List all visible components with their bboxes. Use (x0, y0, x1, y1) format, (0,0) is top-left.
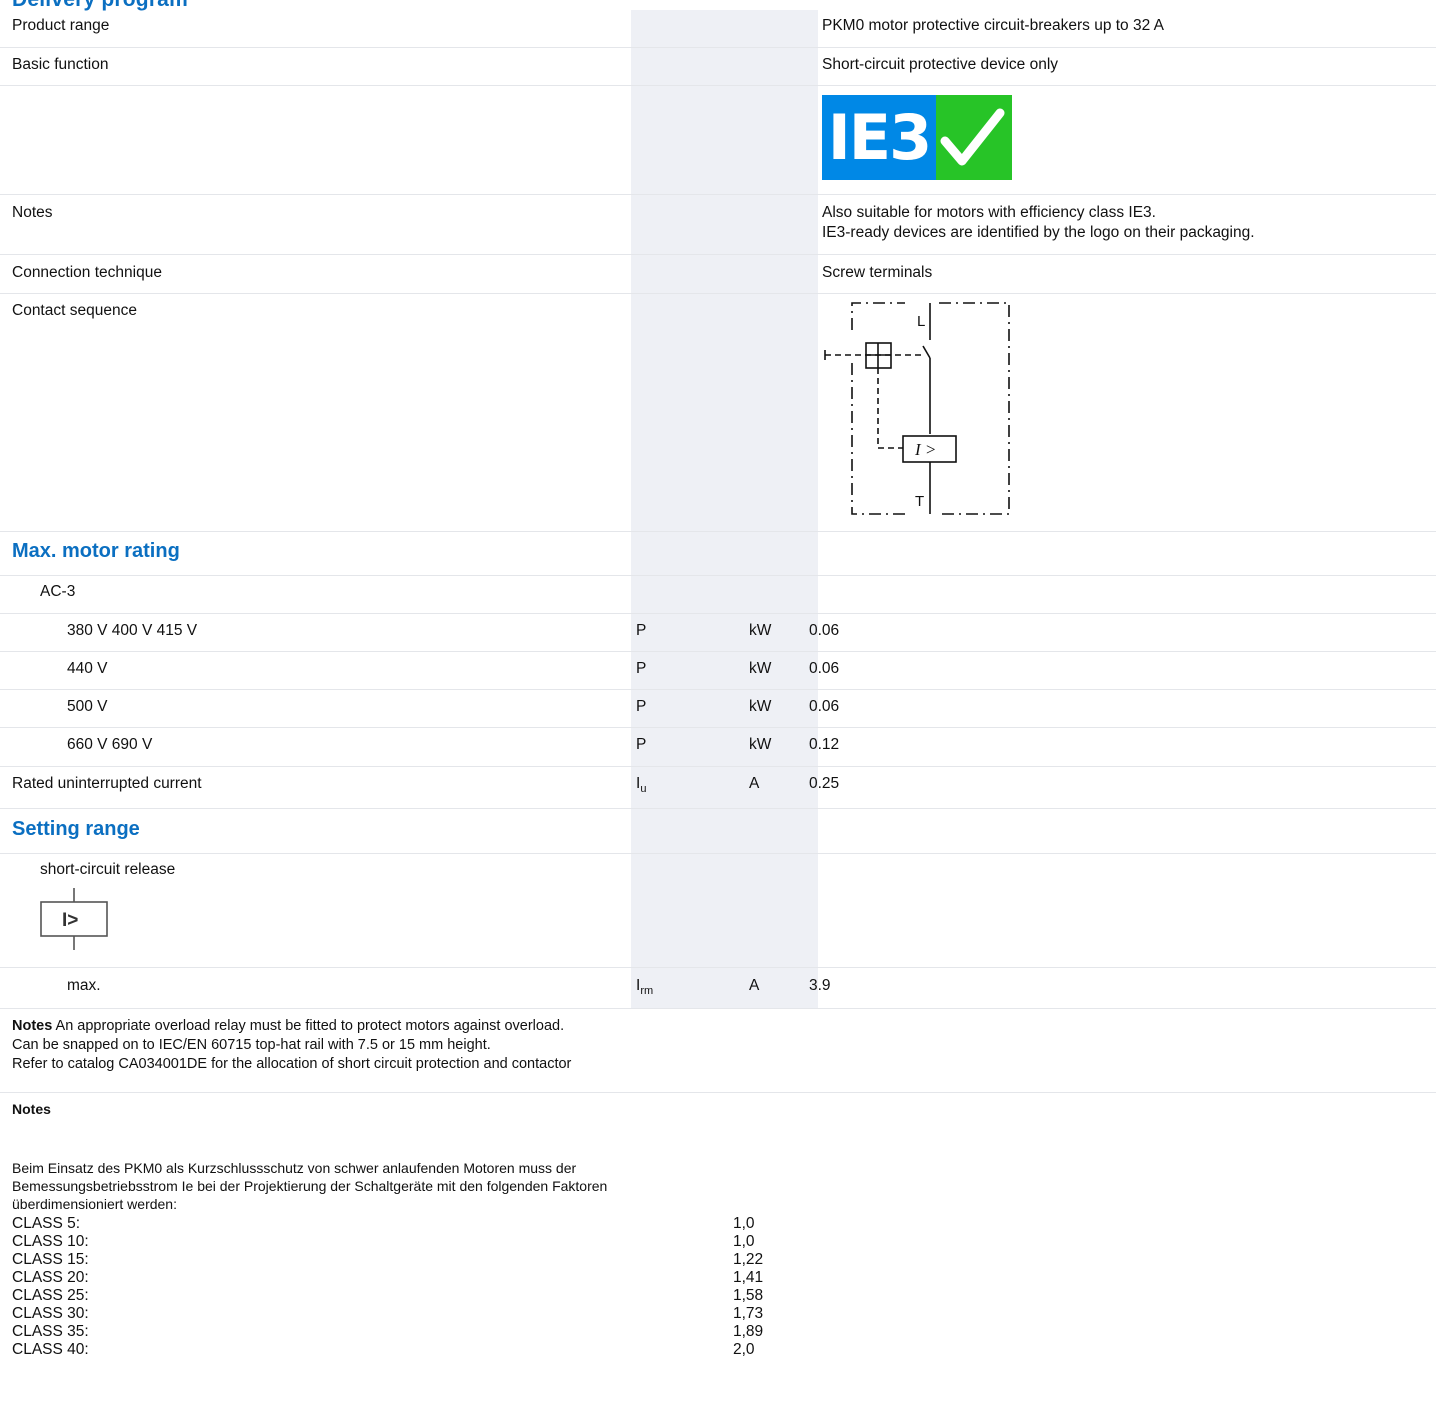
row-contact-sequence: Contact sequence (0, 294, 1436, 532)
value: 0.06 (809, 660, 840, 677)
row-short-circuit-release: short-circuit release (0, 854, 1436, 968)
release-icon-text: I> (62, 910, 78, 931)
ie3-logo: IE3 (822, 95, 1012, 180)
notes-german-text: Beim Einsatz des PKM0 als Kurzschlusssch… (12, 1159, 607, 1213)
row-notes: Notes Also suitable for motors with effi… (0, 195, 1436, 255)
unit: kW (749, 736, 772, 753)
release-label: short-circuit release (40, 861, 176, 878)
contact-sequence-diagram: L T I > (824, 302, 1010, 515)
symbol: Irm (636, 977, 654, 998)
ie3-text: IE3 (822, 95, 936, 180)
notes-line-2: Bemessungsbetriebsstrom Ie bei der Proje… (12, 1178, 608, 1194)
row-value: PKM0 motor protective circuit-breakers u… (822, 17, 1165, 34)
row-label: Basic function (12, 56, 109, 73)
diagram-label-t: T (915, 493, 924, 510)
unit: A (749, 775, 760, 792)
value: 0.06 (809, 622, 840, 639)
section-motor-rating: Max. motor rating (0, 532, 1436, 576)
row-basic-function: Basic function Short-circuit protective … (0, 48, 1436, 86)
notes-line-1: Notes An appropriate overload relay must… (12, 1018, 565, 1034)
row-label: max. (67, 977, 101, 994)
checkmark-icon (936, 95, 1012, 180)
voltage-label: 660 V 690 V (67, 736, 153, 753)
subheading: AC-3 (40, 583, 76, 600)
row-label: Product range (12, 17, 110, 34)
row-connection: Connection technique Screw terminals (0, 255, 1436, 294)
unit: kW (749, 698, 772, 715)
symbol: P (636, 622, 647, 639)
symbol: Iu (636, 775, 647, 796)
value: 0.06 (809, 698, 840, 715)
symbol: P (636, 698, 647, 715)
notes-line-3: Refer to catalog CA034001DE for the allo… (12, 1056, 572, 1072)
notes-line-2: Can be snapped on to IEC/EN 60715 top-ha… (12, 1037, 491, 1053)
table-row: 380 V 400 V 415 V P kW 0.06 (0, 614, 1436, 652)
notes-line-2: IE3-ready devices are identified by the … (822, 224, 1255, 241)
table-row: 500 V P kW 0.06 (0, 690, 1436, 728)
symbol: P (636, 660, 647, 677)
unit: A (749, 977, 760, 994)
row-label: Rated uninterrupted current (12, 775, 202, 792)
section-title: Setting range (12, 818, 140, 840)
row-value: Short-circuit protective device only (822, 56, 1059, 73)
notes-line-3: überdimensioniert werden: (12, 1196, 177, 1212)
row-uninterrupted-current: Rated uninterrupted current Iu A 0.25 (0, 767, 1436, 809)
divider (0, 1092, 1436, 1093)
row-value: Screw terminals (822, 264, 933, 281)
voltage-label: 500 V (67, 698, 108, 715)
short-circuit-release-icon: I> (40, 888, 108, 950)
notes-line-1: Also suitable for motors with efficiency… (822, 204, 1156, 221)
table-row: 440 V P kW 0.06 (0, 652, 1436, 690)
notes-english: Notes An appropriate overload relay must… (12, 1017, 571, 1074)
value: 0.25 (809, 775, 840, 792)
voltage-label: 440 V (67, 660, 108, 677)
row-ac3: AC-3 (0, 576, 1436, 614)
value: 0.12 (809, 736, 840, 753)
voltage-label: 380 V 400 V 415 V (67, 622, 198, 639)
value: 3.9 (809, 977, 831, 994)
row-ie3-logo (0, 86, 1436, 195)
diagram-box-label: I > (914, 440, 936, 459)
section-title: Max. motor rating (12, 540, 180, 562)
unit: kW (749, 660, 772, 677)
notes-line-1: Beim Einsatz des PKM0 als Kurzschlusssch… (12, 1160, 577, 1176)
unit: kW (749, 622, 772, 639)
row-label: Notes (12, 204, 53, 221)
diagram-label-l: L (917, 313, 925, 330)
row-product-range: Product range PKM0 motor protective circ… (0, 10, 1436, 48)
row-label: Contact sequence (12, 302, 137, 319)
notes-german-title: Notes (12, 1101, 51, 1117)
table-row: 660 V 690 V P kW 0.12 (0, 728, 1436, 767)
section-setting-range: Setting range (0, 809, 1436, 854)
symbol: P (636, 736, 647, 753)
row-label: Connection technique (12, 264, 162, 281)
row-max-current: max. Irm A 3.9 (0, 968, 1436, 1009)
